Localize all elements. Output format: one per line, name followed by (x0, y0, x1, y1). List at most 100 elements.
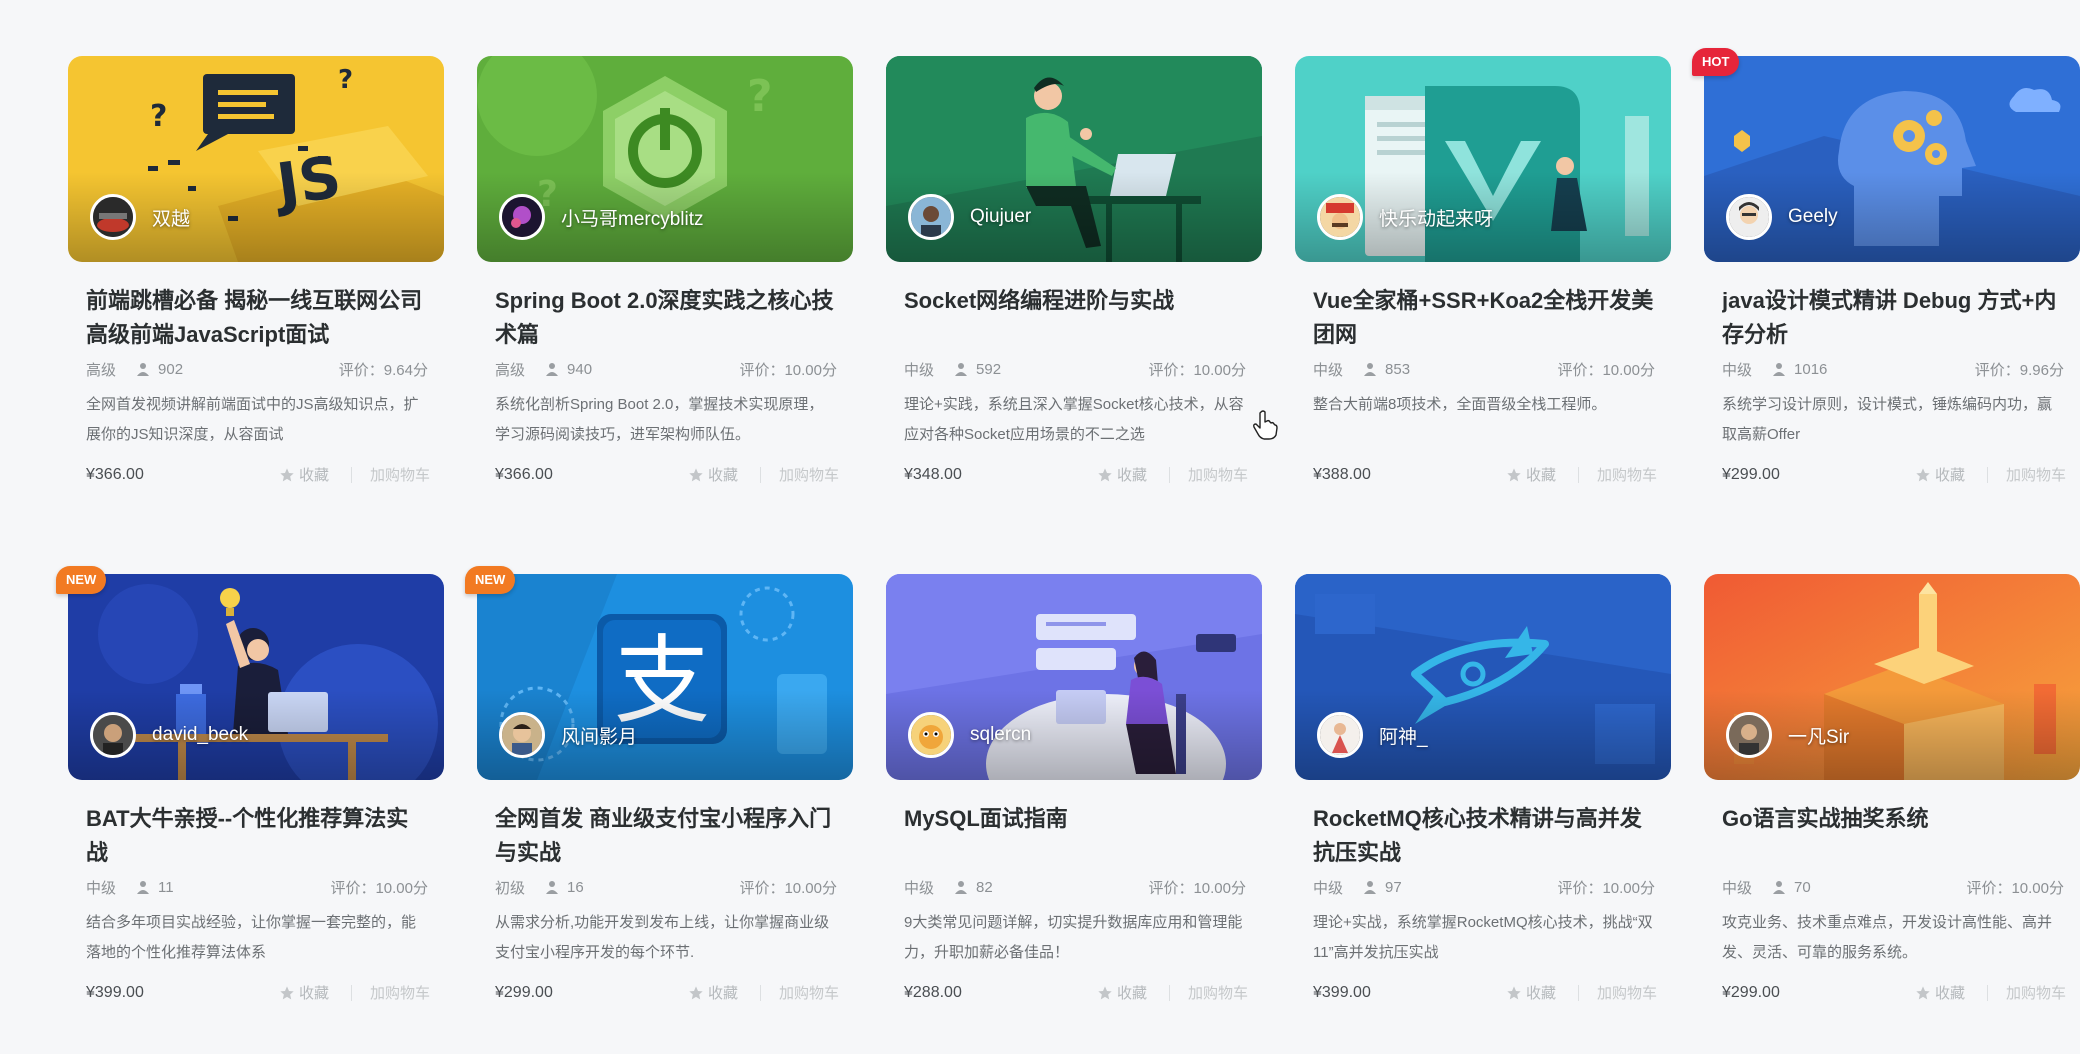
student-count: 16 (567, 878, 584, 896)
person-icon (1773, 363, 1786, 376)
favorite-button[interactable]: 收藏 (279, 464, 329, 485)
add-to-cart-button[interactable]: 加购物车 (370, 464, 430, 485)
course-level: 初级 (495, 879, 526, 897)
course-title[interactable]: Spring Boot 2.0深度实践之核心技术篇 (495, 284, 837, 352)
star-icon (1098, 985, 1112, 999)
add-to-cart-button[interactable]: 加购物车 (779, 464, 839, 485)
add-to-cart-button[interactable]: 加购物车 (1597, 464, 1657, 485)
course-rating: 评价：10.00分 (1557, 361, 1655, 379)
favorite-button[interactable]: 收藏 (1506, 464, 1556, 485)
author-name: Qiujuer (970, 206, 1032, 227)
course-level: 中级 (1313, 361, 1344, 379)
author-name: david_beck (152, 724, 249, 745)
hand-cursor-icon (1253, 410, 1278, 440)
add-to-cart-button[interactable]: 加购物车 (779, 982, 839, 1003)
favorite-button[interactable]: 收藏 (1915, 982, 1965, 1003)
course-author: Geely (1726, 194, 1838, 240)
course-title[interactable]: BAT大牛亲授--个性化推荐算法实战 (86, 802, 428, 870)
course-description: 理论+实战，系统掌握RocketMQ核心技术，挑战“双11”高并发抗压实战 (1313, 914, 1653, 961)
course-banner[interactable]: 快乐动起来呀 (1295, 56, 1671, 262)
favorite-button[interactable]: 收藏 (688, 464, 738, 485)
course-price: ¥299.00 (1722, 983, 1780, 1001)
person-icon (546, 363, 559, 376)
course-footer: ¥348.00 收藏 加购物车 (904, 464, 1248, 485)
author-name: 阿神_ (1379, 726, 1428, 748)
course-banner[interactable]: 阿神_ (1295, 574, 1671, 780)
course-meta: 中级 853 评价：10.00分 (1313, 356, 1655, 382)
course-meta: 中级 1016 评价：9.96分 (1722, 356, 2064, 382)
course-card[interactable]: 一凡Sir Go语言实战抽奖系统 中级 70 评价：10.00分 攻克业务、技术… (1704, 574, 2080, 1036)
course-card[interactable]: 阿神_ RocketMQ核心技术精讲与高并发抗压实战 中级 97 评价：10.0… (1295, 574, 1671, 1036)
course-title[interactable]: Vue全家桶+SSR+Koa2全栈开发美团网 (1313, 284, 1655, 352)
course-price: ¥399.00 (86, 983, 144, 1001)
course-author: 风间影月 (499, 712, 637, 758)
course-footer: ¥299.00 收藏 加购物车 (1722, 464, 2066, 485)
course-card[interactable]: JS ? ? 双越 前 (68, 56, 444, 518)
course-rating: 评价：10.00分 (739, 361, 837, 379)
course-description: 全网首发视频讲解前端面试中的JS高级知识点，扩展你的JS知识深度，从容面试 (86, 396, 419, 443)
student-count: 82 (976, 878, 993, 896)
add-to-cart-button[interactable]: 加购物车 (2006, 464, 2066, 485)
course-card[interactable]: 快乐动起来呀 Vue全家桶+SSR+Koa2全栈开发美团网 中级 853 评价：… (1295, 56, 1671, 518)
star-icon (280, 467, 294, 481)
add-to-cart-button[interactable]: 加购物车 (2006, 982, 2066, 1003)
favorite-button[interactable]: 收藏 (1097, 982, 1147, 1003)
favorite-button[interactable]: 收藏 (279, 982, 329, 1003)
add-to-cart-button[interactable]: 加购物车 (1597, 982, 1657, 1003)
add-to-cart-button[interactable]: 加购物车 (1188, 982, 1248, 1003)
student-count: 97 (1385, 878, 1402, 896)
course-title[interactable]: 全网首发 商业级支付宝小程序入门与实战 (495, 802, 837, 870)
course-banner[interactable]: 一凡Sir (1704, 574, 2080, 780)
course-banner[interactable]: 支 风间影月 (477, 574, 853, 780)
course-title[interactable]: 前端跳槽必备 揭秘一线互联网公司高级前端JavaScript面试 (86, 284, 428, 352)
author-avatar (499, 712, 545, 758)
author-name: 风间影月 (561, 726, 638, 748)
student-count: 1016 (1794, 360, 1828, 378)
add-to-cart-button[interactable]: 加购物车 (1188, 464, 1248, 485)
course-title[interactable]: RocketMQ核心技术精讲与高并发抗压实战 (1313, 802, 1655, 870)
person-icon (137, 363, 150, 376)
person-icon (1364, 363, 1377, 376)
course-title[interactable]: MySQL面试指南 (904, 802, 1246, 870)
course-description: 9大类常见问题详解，切实提升数据库应用和管理能力，升职加薪必备佳品！ (904, 914, 1243, 961)
favorite-button[interactable]: 收藏 (688, 982, 738, 1003)
course-banner[interactable]: Qiujuer (886, 56, 1262, 262)
author-name: 小马哥mercyblitz (561, 208, 704, 230)
course-meta: 高级 940 评价：10.00分 (495, 356, 837, 382)
course-title[interactable]: java设计模式精讲 Debug 方式+内存分析 (1722, 284, 2064, 352)
course-title[interactable]: Go语言实战抽奖系统 (1722, 802, 2064, 870)
course-card[interactable]: NEW david_beck BAT大牛亲授--个性化推荐算法实战 中级 11 … (56, 566, 444, 1036)
course-footer: ¥399.00 收藏 加购物车 (86, 982, 430, 1003)
course-card[interactable]: Qiujuer Socket网络编程进阶与实战 中级 592 评价：10.00分… (886, 56, 1262, 518)
course-title[interactable]: Socket网络编程进阶与实战 (904, 284, 1246, 352)
course-banner[interactable]: david_beck (68, 574, 444, 780)
course-price: ¥388.00 (1313, 465, 1371, 483)
course-meta: 中级 97 评价：10.00分 (1313, 874, 1655, 900)
course-card[interactable]: ? ? 小马哥mercyblitz Spring Boot 2.0深度实践之核心… (477, 56, 853, 518)
student-count: 853 (1385, 360, 1411, 378)
course-card[interactable]: sqlercn MySQL面试指南 中级 82 评价：10.00分 9大类常见问… (886, 574, 1262, 1036)
course-meta: 中级 592 评价：10.00分 (904, 356, 1246, 382)
author-avatar (908, 194, 954, 240)
course-meta: 中级 70 评价：10.00分 (1722, 874, 2064, 900)
course-banner[interactable]: Geely (1704, 56, 2080, 262)
favorite-button[interactable]: 收藏 (1915, 464, 1965, 485)
hot-badge: HOT (1692, 48, 1740, 76)
star-icon (280, 985, 294, 999)
course-level: 中级 (904, 361, 935, 379)
add-to-cart-button[interactable]: 加购物车 (370, 982, 430, 1003)
course-footer: ¥299.00 收藏 加购物车 (495, 982, 839, 1003)
favorite-button[interactable]: 收藏 (1506, 982, 1556, 1003)
course-banner[interactable]: JS ? ? 双越 (68, 56, 444, 262)
course-card[interactable]: NEW 支 风间影月 全网首发 商业级支付宝小程序入门与实战 初级 16 评价：… (465, 566, 853, 1036)
course-price: ¥288.00 (904, 983, 962, 1001)
course-banner[interactable]: ? ? 小马哥mercyblitz (477, 56, 853, 262)
course-level: 中级 (1722, 361, 1753, 379)
course-banner[interactable]: sqlercn (886, 574, 1262, 780)
author-name: 双越 (152, 208, 191, 230)
star-icon (1507, 467, 1521, 481)
favorite-button[interactable]: 收藏 (1097, 464, 1147, 485)
course-author: 小马哥mercyblitz (499, 194, 704, 240)
course-author: 快乐动起来呀 (1317, 194, 1493, 240)
course-card[interactable]: HOT Geely java设计模式精讲 Debug 方式+内存分析 中级 10… (1692, 48, 2080, 518)
